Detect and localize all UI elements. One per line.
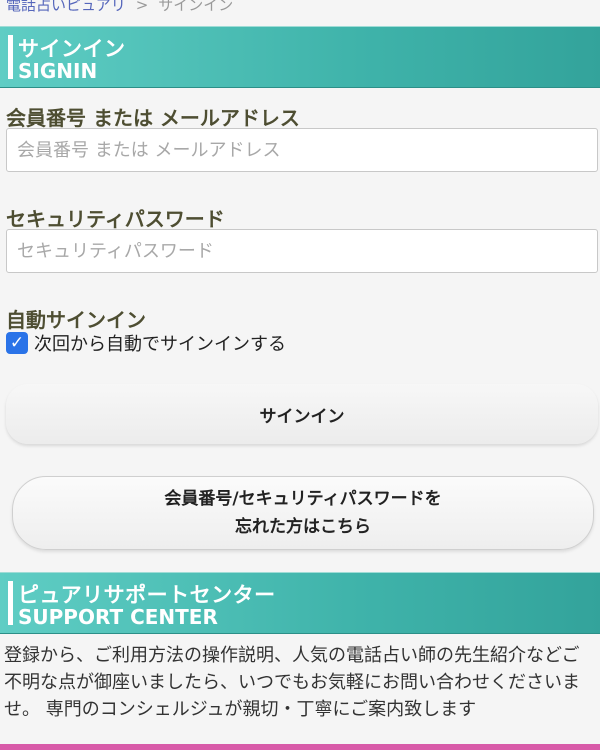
forgot-button-line1: 会員番号/セキュリティパスワードを — [164, 489, 442, 509]
auto-signin-checkbox-label[interactable]: 次回から自動でサインインする — [34, 330, 286, 356]
member-id-label: 会員番号 または メールアドレス — [6, 106, 300, 130]
forgot-button-line2: 忘れた方はこちら — [235, 517, 371, 537]
breadcrumb-separator: > — [135, 0, 149, 14]
support-section-header: ピュアリサポートセンター SUPPORT CENTER — [0, 572, 600, 634]
forgot-credentials-button[interactable]: 会員番号/セキュリティパスワードを 忘れた方はこちら — [12, 476, 594, 550]
password-label: セキュリティパスワード — [6, 207, 225, 231]
support-title-en: SUPPORT CENTER — [18, 605, 218, 629]
header-accent-bar — [8, 581, 13, 625]
auto-signin-label: 自動サインイン — [6, 308, 146, 332]
breadcrumb: 電話占いピュアリ > サインイン — [6, 0, 233, 15]
password-input[interactable] — [6, 229, 598, 273]
support-description: 登録から、ご利用方法の操作説明、人気の電話占い師の先生紹介などご不明な点が御座い… — [4, 645, 580, 720]
bottom-accent-border — [0, 744, 600, 750]
signin-button[interactable]: サインイン — [6, 384, 598, 444]
breadcrumb-current: サインイン — [158, 0, 234, 14]
header-accent-bar — [8, 35, 13, 79]
member-id-input[interactable] — [6, 128, 598, 172]
auto-signin-checkbox[interactable]: ✓ — [6, 332, 28, 354]
auto-signin-checkbox-row[interactable]: ✓ 次回から自動でサインインする — [6, 330, 286, 356]
breadcrumb-home-link[interactable]: 電話占いピュアリ — [6, 0, 126, 14]
signin-title-en: SIGNIN — [18, 59, 98, 83]
signin-section-header: サインイン SIGNIN — [0, 26, 600, 88]
